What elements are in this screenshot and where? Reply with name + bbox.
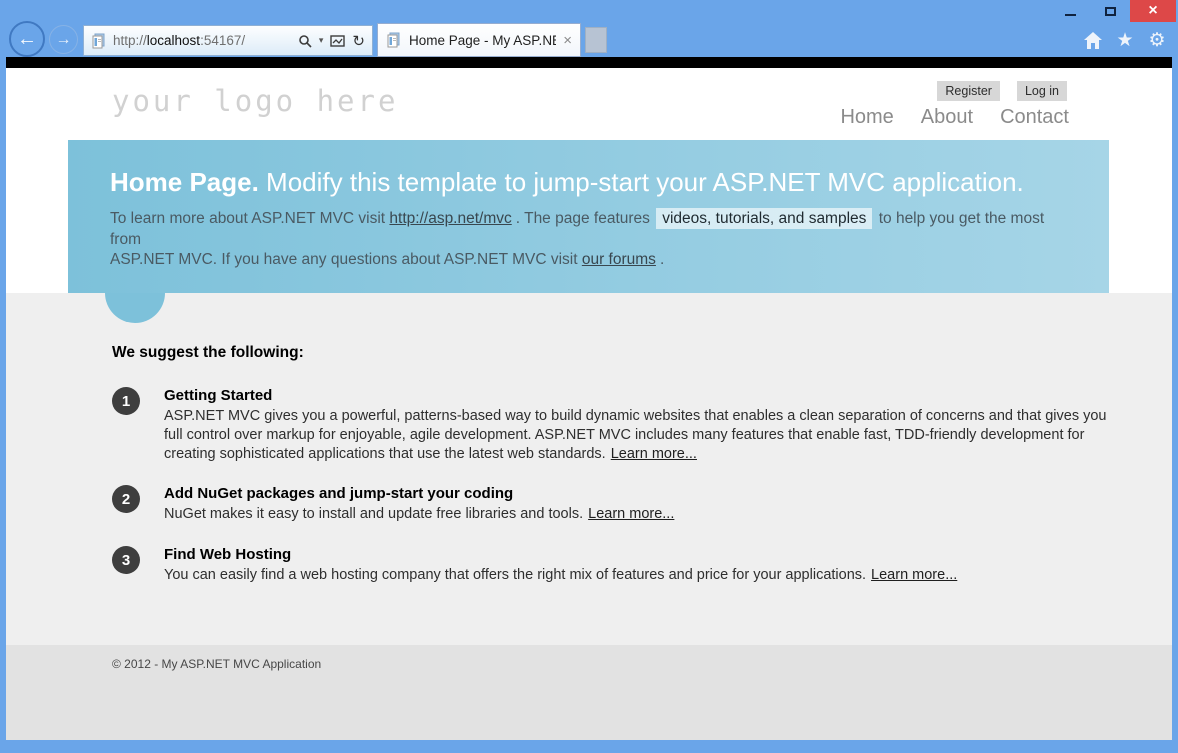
featured-hero: Home Page. Modify this template to jump-… xyxy=(68,140,1109,293)
site-footer: © 2012 - My ASP.NET MVC Application xyxy=(6,645,1172,740)
browser-back-button[interactable]: ← xyxy=(9,21,45,57)
hero-text-4: ASP.NET MVC. If you have any questions a… xyxy=(110,251,582,268)
item-body: NuGet makes it easy to install and updat… xyxy=(164,505,1114,524)
window-controls: × xyxy=(1050,0,1176,22)
item-title: Getting Started xyxy=(164,387,1114,404)
maximize-icon xyxy=(1105,7,1116,16)
settings-gear-icon[interactable]: ⚙ xyxy=(1146,29,1168,52)
item-body-text: You can easily find a web hosting compan… xyxy=(164,567,866,583)
hero-paragraph: To learn more about ASP.NET MVC visit ht… xyxy=(110,209,1064,271)
learn-more-link-3[interactable]: Learn more... xyxy=(871,567,957,583)
browser-toolbar-icons: ★ ⚙ xyxy=(1082,29,1168,52)
tab-close-icon[interactable]: × xyxy=(563,32,572,49)
suggestion-item-nuget: 2 Add NuGet packages and jump-start your… xyxy=(112,485,1114,524)
minimize-button[interactable] xyxy=(1050,0,1090,22)
aspnet-mvc-link[interactable]: http://asp.net/mvc xyxy=(389,210,515,227)
url-path: :54167/ xyxy=(200,33,245,48)
tab-title: Home Page - My ASP.NET ... xyxy=(409,33,556,48)
page-top-bar xyxy=(6,57,1172,68)
nav-about-link[interactable]: About xyxy=(921,106,973,129)
close-icon: × xyxy=(1148,2,1157,20)
web-page: your logo here Register Log in Home Abou… xyxy=(6,57,1172,740)
item-number-badge: 1 xyxy=(112,387,140,415)
learn-more-link-2[interactable]: Learn more... xyxy=(588,506,674,522)
site-header: your logo here Register Log in Home Abou… xyxy=(6,68,1172,140)
auth-links: Register Log in xyxy=(937,81,1067,101)
tab-page-icon xyxy=(386,32,402,48)
compatibility-view-icon[interactable] xyxy=(330,35,345,47)
item-body: You can easily find a web hosting compan… xyxy=(164,566,1114,585)
url-host: localhost xyxy=(147,33,200,48)
item-number-badge: 2 xyxy=(112,485,140,513)
main-nav: Home About Contact xyxy=(840,106,1069,129)
favorites-star-icon[interactable]: ★ xyxy=(1114,29,1136,52)
item-text: Getting Started ASP.NET MVC gives you a … xyxy=(164,387,1114,464)
hero-text-5: . xyxy=(660,251,664,268)
new-tab-button[interactable] xyxy=(585,27,607,53)
learn-more-link-1[interactable]: Learn more... xyxy=(611,446,697,462)
hero-title: Home Page. Modify this template to jump-… xyxy=(110,167,1064,197)
our-forums-link[interactable]: our forums xyxy=(582,251,660,268)
refresh-icon[interactable]: ↻ xyxy=(352,32,365,50)
address-bar[interactable]: http://localhost:54167/ ▾ ↻ xyxy=(83,25,373,56)
item-title: Find Web Hosting xyxy=(164,546,1114,563)
home-icon[interactable] xyxy=(1082,31,1104,50)
hero-text-1: To learn more about ASP.NET MVC visit xyxy=(110,210,389,227)
nav-home-link[interactable]: Home xyxy=(840,106,893,129)
maximize-button[interactable] xyxy=(1090,0,1130,22)
item-number-badge: 3 xyxy=(112,546,140,574)
forward-arrow-icon: → xyxy=(56,31,72,49)
hero-semicircle-decoration xyxy=(105,293,165,323)
title-bar[interactable]: × xyxy=(0,0,1178,22)
url-scheme: http:// xyxy=(113,33,147,48)
register-button[interactable]: Register xyxy=(937,81,1000,101)
main-content: We suggest the following: 1 Getting Star… xyxy=(6,293,1172,645)
suggestion-item-web-hosting: 3 Find Web Hosting You can easily find a… xyxy=(112,546,1114,585)
address-bar-icons: ▾ ↻ xyxy=(298,32,365,50)
page-icon xyxy=(91,33,107,49)
item-body-text: NuGet makes it easy to install and updat… xyxy=(164,506,583,522)
login-button[interactable]: Log in xyxy=(1017,81,1067,101)
item-body: ASP.NET MVC gives you a powerful, patter… xyxy=(164,407,1114,464)
videos-tutorials-samples-link[interactable]: videos, tutorials, and samples xyxy=(656,208,872,229)
item-title: Add NuGet packages and jump-start your c… xyxy=(164,485,1114,502)
suggest-heading: We suggest the following: xyxy=(112,344,304,362)
minimize-icon xyxy=(1065,14,1076,16)
item-text: Find Web Hosting You can easily find a w… xyxy=(164,546,1114,585)
browser-forward-button[interactable]: → xyxy=(49,25,78,54)
close-window-button[interactable]: × xyxy=(1130,0,1176,22)
hero-text-2: . The page features xyxy=(516,210,654,227)
hero-title-bold: Home Page. xyxy=(110,167,259,197)
site-logo: your logo here xyxy=(112,84,398,118)
nav-contact-link[interactable]: Contact xyxy=(1000,106,1069,129)
suggestion-item-getting-started: 1 Getting Started ASP.NET MVC gives you … xyxy=(112,387,1114,464)
url-text[interactable]: http://localhost:54167/ xyxy=(113,33,292,48)
search-dropdown-icon[interactable]: ▾ xyxy=(319,35,324,46)
hero-title-rest: Modify this template to jump-start your … xyxy=(259,167,1024,197)
search-icon[interactable] xyxy=(298,34,312,48)
item-text: Add NuGet packages and jump-start your c… xyxy=(164,485,1114,524)
browser-tab[interactable]: Home Page - My ASP.NET ... × xyxy=(377,23,581,57)
back-arrow-icon: ← xyxy=(17,28,37,51)
copyright-text: © 2012 - My ASP.NET MVC Application xyxy=(112,657,1172,671)
